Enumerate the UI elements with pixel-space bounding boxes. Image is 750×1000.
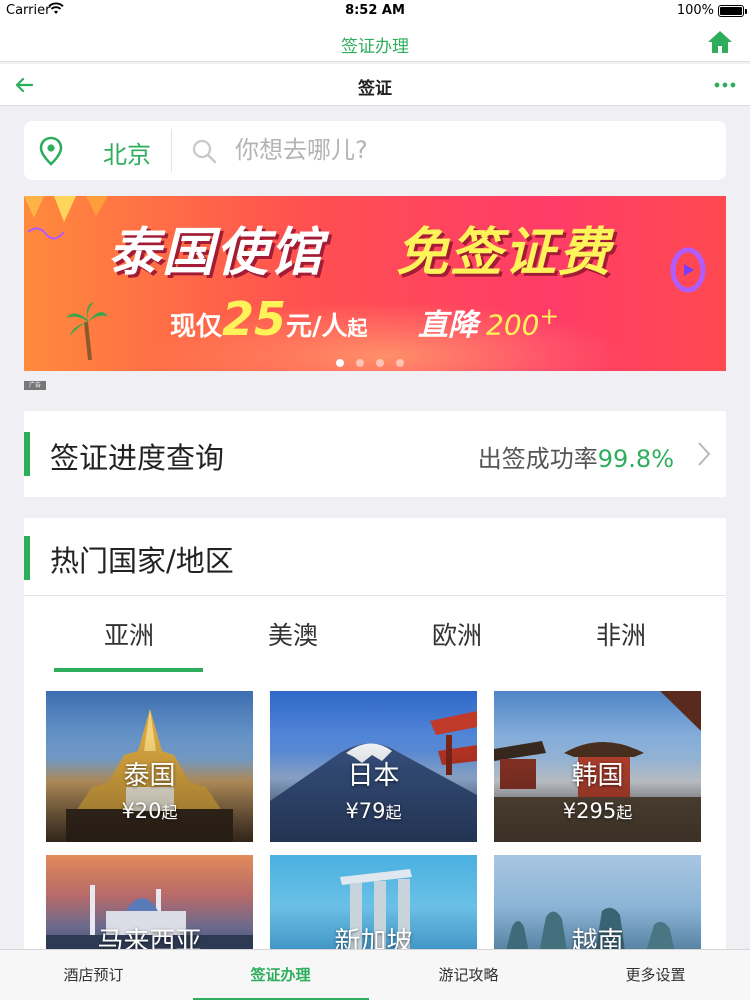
destination-tile-japan[interactable]: 日本 ¥79起: [270, 691, 477, 842]
search-icon: [192, 139, 217, 164]
tab-africa[interactable]: 非洲: [546, 616, 696, 652]
success-rate: 出签成功率99.8%: [477, 445, 674, 473]
banner-headline-right: 免签证费: [396, 223, 613, 283]
banner-headline-left: 泰国使馆: [108, 223, 325, 283]
destination-tile-thailand[interactable]: 泰国 ¥20起: [46, 691, 253, 842]
accent-bar: [24, 536, 30, 580]
tab-americas-oceania[interactable]: 美澳: [218, 616, 368, 652]
visa-progress-label: 签证进度查询: [50, 441, 225, 475]
more-dots-icon[interactable]: [714, 82, 736, 88]
palm-tree-icon: [66, 302, 108, 361]
banner-drop-text: 直降: [418, 308, 478, 343]
promo-banner[interactable]: 泰国使馆 免签证费 现仅25元/人起 直降 200+: [24, 196, 726, 371]
app-bar-title: 签证办理: [341, 37, 409, 57]
destination-price: ¥79起: [345, 799, 402, 823]
page-title: 签证: [358, 79, 392, 99]
play-ring-icon: [670, 247, 706, 293]
nav-bar: 签证: [0, 64, 750, 106]
ad-tag: 广告: [24, 381, 46, 390]
visa-progress-row[interactable]: 签证进度查询 出签成功率99.8%: [24, 411, 726, 497]
destination-tile-korea[interactable]: 韩国 ¥295起: [494, 691, 701, 842]
hot-destinations-title: 热门国家/地区: [50, 544, 234, 578]
region-tabs: 亚洲 美澳 欧洲 非洲: [24, 596, 726, 672]
city-selector[interactable]: 北京: [103, 135, 151, 170]
banner-subline: 现仅25元/人起: [170, 292, 368, 346]
tab-travel-guides[interactable]: 游记攻略: [375, 964, 562, 985]
location-pin-icon[interactable]: [38, 136, 64, 166]
tab-more-settings[interactable]: 更多设置: [562, 964, 749, 985]
destination-name: 韩国: [571, 761, 624, 791]
destination-tile-singapore[interactable]: 新加坡: [270, 855, 477, 958]
destination-name: 泰国: [123, 761, 176, 791]
chevron-right-icon: [698, 442, 711, 466]
carousel-dots[interactable]: [336, 352, 416, 371]
destination-price: ¥20起: [121, 799, 178, 823]
search-input[interactable]: [235, 133, 715, 167]
bottom-tab-bar: 酒店预订 签证办理 游记攻略 更多设置: [0, 949, 750, 1000]
battery-icon: [718, 5, 747, 17]
tab-europe[interactable]: 欧洲: [382, 616, 532, 652]
tab-visa[interactable]: 签证办理: [187, 964, 374, 985]
search-bar: 北京: [24, 121, 726, 180]
clock: 8:52 AM: [345, 3, 405, 18]
banner-drop-amount: 200+: [486, 302, 559, 342]
destination-tile-malaysia[interactable]: 马来西亚: [46, 855, 253, 958]
home-icon[interactable]: [706, 28, 734, 56]
status-bar: Carrier 8:52 AM 100%: [0, 0, 750, 22]
active-tab-indicator: [54, 668, 203, 672]
search-divider: [171, 129, 172, 172]
battery-percent: 100%: [676, 3, 714, 18]
hot-destinations-card: 热门国家/地区 亚洲 美澳 欧洲 非洲 泰国 ¥20起 日本 ¥79起 韩国 ¥…: [24, 518, 726, 958]
app-bar: 签证办理: [0, 22, 750, 62]
tab-asia[interactable]: 亚洲: [54, 616, 204, 652]
accent-bar: [24, 432, 30, 476]
destination-name: 日本: [347, 761, 400, 791]
destination-price: ¥295起: [562, 799, 633, 823]
tab-hotel-booking[interactable]: 酒店预订: [0, 964, 187, 985]
destination-tile-vietnam[interactable]: 越南: [494, 855, 701, 958]
